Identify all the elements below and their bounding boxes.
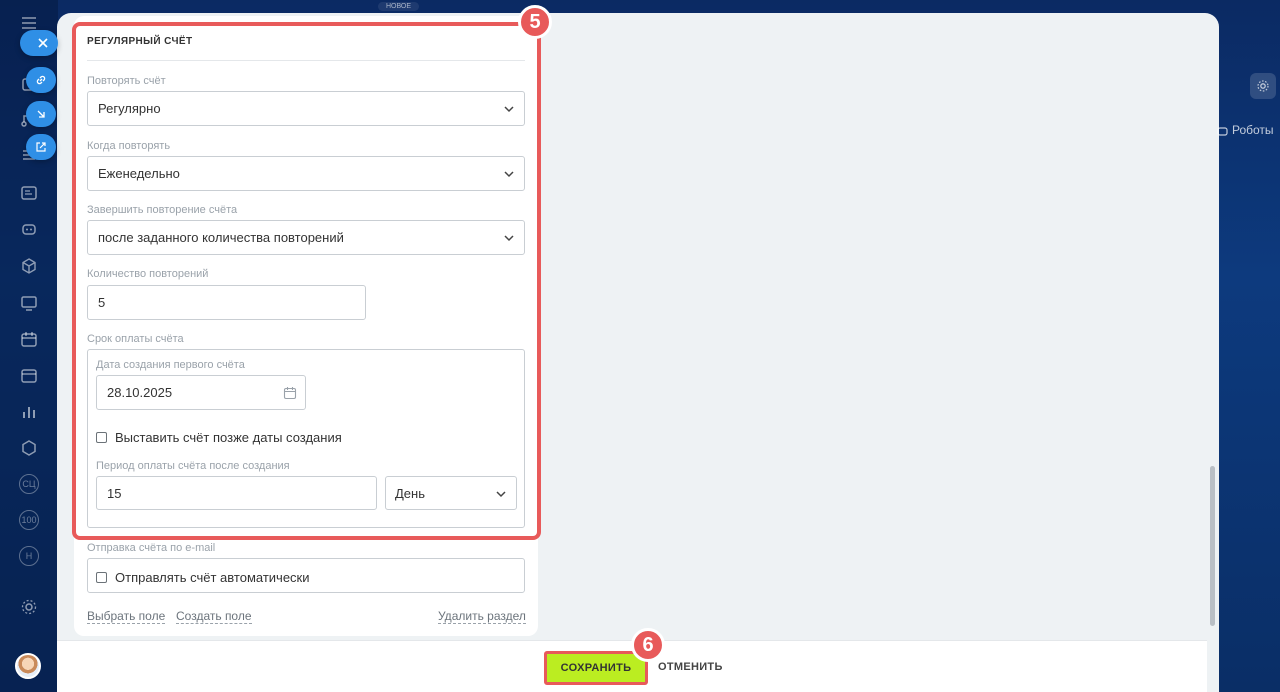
close-button[interactable] [20,30,58,56]
auto-send-checkbox-row[interactable]: Отправлять счёт автоматически [96,570,310,585]
robots-button[interactable]: Роботы [1217,123,1274,137]
open-external-button[interactable] [26,134,56,160]
external-icon [36,142,46,152]
cancel-button[interactable]: ОТМЕНИТЬ [658,661,723,673]
scrollbar[interactable] [1210,466,1215,626]
email-label: Отправка счёта по e-mail [87,542,216,554]
gear-icon [1257,80,1269,92]
chart-icon[interactable] [18,401,40,423]
robot-icon[interactable] [18,218,40,240]
settings-button[interactable] [1250,73,1276,99]
board-icon[interactable] [18,292,40,314]
calendar-icon[interactable] [18,328,40,350]
rail-badge-100: 100 [19,510,39,530]
box-icon[interactable] [18,255,40,277]
download-icon [37,110,45,118]
io-icon[interactable]: 100 [18,509,40,531]
select-field-link[interactable]: Выбрать поле [87,609,166,624]
robots-label: Роботы [1232,123,1274,137]
hexagon-icon[interactable] [18,437,40,459]
step-badge-5: 5 [518,5,552,39]
auto-send-label: Отправлять счёт автоматически [115,570,310,585]
link-icon [36,75,46,85]
close-icon [38,38,48,48]
n-icon[interactable]: Н [18,545,40,567]
rail-badge-cc: СЦ [19,474,39,494]
delete-section-link[interactable]: Удалить раздел [438,609,526,624]
step-badge-6: 6 [631,628,665,662]
download-button[interactable] [26,101,56,127]
cc-icon[interactable]: СЦ [18,473,40,495]
top-tab[interactable]: НОВОЕ [378,2,420,11]
link-button[interactable] [26,67,56,93]
create-field-link[interactable]: Создать поле [176,609,252,624]
save-button[interactable]: СОХРАНИТЬ [544,651,648,685]
rail-badge-n: Н [19,546,39,566]
avatar[interactable] [15,653,41,679]
gear-icon[interactable] [18,596,40,618]
robot-icon [1217,126,1228,136]
email-box: Отправлять счёт автоматически [87,558,525,593]
window-icon[interactable] [18,365,40,387]
highlight-frame-5 [72,22,541,540]
contact-card-icon[interactable] [18,182,40,204]
auto-send-checkbox[interactable] [96,572,107,583]
